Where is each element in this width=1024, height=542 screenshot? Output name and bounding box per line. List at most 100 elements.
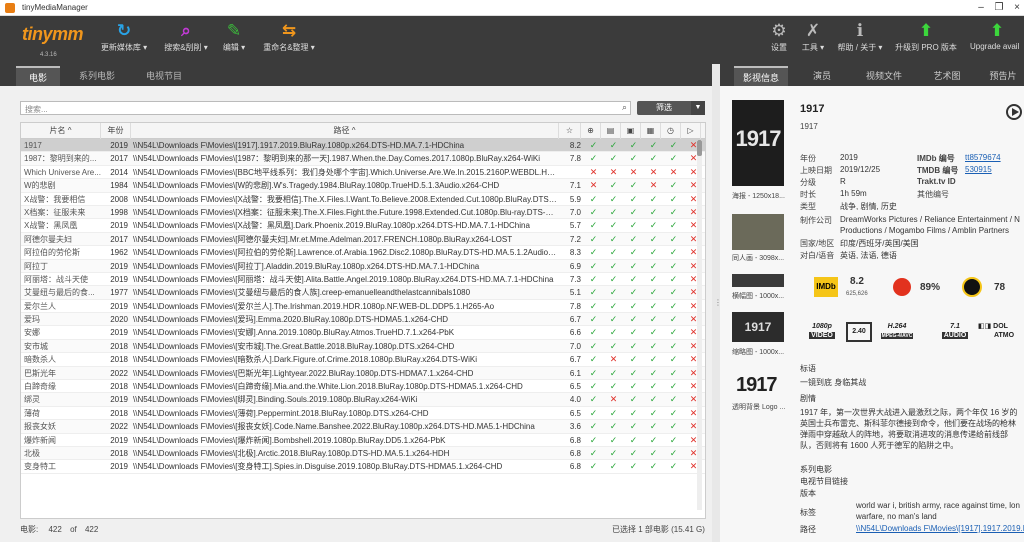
table-row[interactable]: 1917 2019 \\N54L\Downloads F\Movies\[1917]… [21, 139, 705, 153]
check-icon: ✓ [649, 140, 658, 150]
upgrade-pro-button[interactable]: ⬆ 升级到 PRO 版本 [894, 20, 958, 62]
check-icon: ✓ [609, 367, 618, 378]
imdb-link[interactable]: tt8579674 [965, 153, 1001, 162]
check-icon: ✓ [669, 381, 678, 392]
check-icon: ✓ [649, 381, 658, 392]
column-settings-icon[interactable] [701, 123, 705, 139]
settings-button[interactable]: ⚙ 设置 [768, 20, 790, 62]
tab-cast[interactable]: 演员 [802, 66, 842, 86]
check-icon: ✓ [609, 153, 618, 164]
rename-button[interactable]: ⇆ 重命名&整理 ▾ [260, 20, 318, 62]
table-row[interactable]: 薄荷 2018 \\N54L\Downloads F\Movies\[薄荷].Pep… [21, 407, 705, 421]
arrow-up-icon: ⬆ [918, 21, 934, 40]
banner-image[interactable] [732, 274, 784, 287]
update-library-button[interactable]: ↻ 更新媒体库 ▾ [98, 20, 150, 62]
thumb-image[interactable]: 1917 [732, 312, 784, 342]
cell-rating: 6.8 [569, 435, 581, 445]
table-row[interactable]: 艾曼纽与最后的食... 1977 \\N54L\Downloads F\Movies… [21, 286, 705, 300]
table-row[interactable]: 安娜 2019 \\N54L\Downloads F\Movies\[安娜].Ann… [21, 326, 705, 340]
table-row[interactable]: 报丧女妖 2022 \\N54L\Downloads F\Movies\[报丧女妖]… [21, 420, 705, 434]
cell-rating: 5.1 [569, 288, 581, 298]
table-row[interactable]: 暗数杀人 2018 \\N54L\Downloads F\Movies\[暗数杀人]… [21, 353, 705, 367]
table-row[interactable]: 阿丽塔：战斗天使 2019 \\N54L\Downloads F\Movies\[阿… [21, 273, 705, 287]
check-icon: ✓ [649, 434, 658, 445]
column-new-icon[interactable]: ⊕ [581, 123, 601, 139]
column-trailer-icon[interactable]: ▷ [681, 123, 701, 139]
tab-movie-sets[interactable]: 系列电影 [68, 66, 126, 86]
chevron-down-icon[interactable]: ▼ [691, 101, 705, 115]
search-scrape-button[interactable]: ⌕ 搜索&刮削 ▾ [160, 20, 212, 62]
poster-image[interactable]: 1917 [732, 100, 784, 186]
column-image-icon[interactable]: ▣ [621, 123, 641, 139]
tab-media-files[interactable]: 视频文件 [856, 66, 912, 86]
table-row[interactable]: 阿拉丁 2019 \\N54L\Downloads F\Movies\[阿拉丁].A… [21, 259, 705, 273]
cell-path: \\N54L\Downloads F\Movies\[BBC地平线系列：我们身处… [133, 167, 557, 177]
table-row[interactable]: W的悲剧 1984 \\N54L\Downloads F\Movies\[W的悲剧]… [21, 179, 705, 193]
tmdb-link[interactable]: 530915 [965, 165, 992, 174]
upgrade-available-button[interactable]: ⬆ Upgrade avail [970, 20, 1024, 62]
column-subtitle-icon[interactable]: ◷ [661, 123, 681, 139]
column-rating-star-icon[interactable]: ☆ [559, 123, 581, 139]
cell-year: 2017 [110, 234, 128, 244]
check-icon: ✓ [589, 381, 598, 392]
table-row[interactable]: Which Universe Are... 2014 \\N54L\Download… [21, 166, 705, 180]
cell-path: \\N54L\Downloads F\Movies\[X战警：我要相信].The… [133, 194, 557, 204]
cell-path: \\N54L\Downloads F\Movies\[爱尔兰人].The.Iri… [133, 301, 495, 311]
cell-title: 白蹄奇缘 [24, 382, 56, 392]
table-row[interactable]: 巴斯光年 2022 \\N54L\Downloads F\Movies\[巴斯光年]… [21, 366, 705, 381]
cell-rating: 7.0 [569, 207, 581, 217]
tab-info[interactable]: 影视信息 [734, 66, 788, 86]
scrollbar-thumb[interactable] [697, 140, 702, 156]
check-icon: ✓ [589, 233, 598, 244]
tab-movies[interactable]: 电影 [16, 66, 60, 86]
table-row[interactable]: 北极 2018 \\N54L\Downloads F\Movies\[北极].Arc… [21, 446, 705, 461]
check-icon: ✓ [589, 247, 598, 258]
tools-button[interactable]: ✗ 工具 ▾ [800, 20, 826, 62]
table-row[interactable]: X档案：征服未来 1998 \\N54L\Downloads F\Movies\[X… [21, 205, 705, 220]
table-row[interactable]: X战警：我要相信 2008 \\N54L\Downloads F\Movies\[X… [21, 193, 705, 206]
tab-trailer[interactable]: 预告片 [982, 66, 1024, 86]
table-row[interactable]: 变身特工 2019 \\N54L\Downloads F\Movies\[变身特工]… [21, 460, 705, 474]
cell-title: 薄荷 [24, 408, 40, 418]
search-input[interactable]: 搜索... ⌕ [20, 101, 631, 115]
movie-path-link[interactable]: \\N54L\Downloads F\Movies\[1917].1917.20… [856, 524, 1024, 533]
table-scrollbar[interactable] [697, 140, 702, 510]
imdb-logo: IMDb [814, 277, 838, 297]
column-year[interactable]: 年份 [101, 123, 131, 139]
table-row[interactable]: 白蹄奇缘 2018 \\N54L\Downloads F\Movies\[白蹄奇缘]… [21, 380, 705, 394]
table-row[interactable]: 阿拉伯的劳伦斯 1962 \\N54L\Downloads F\Movies\[阿拉… [21, 246, 705, 260]
table-row[interactable]: 爱尔兰人 2019 \\N54L\Downloads F\Movies\[爱尔兰人]… [21, 300, 705, 314]
cell-rating: 8.3 [569, 248, 581, 258]
table-row[interactable]: 1987：黎明到来的... 2017 \\N54L\Downloads F\Movi… [21, 152, 705, 166]
clearlogo-image[interactable]: 1917 [736, 374, 777, 397]
fanart-image[interactable] [732, 214, 784, 250]
minimize-button[interactable]: – [972, 2, 990, 13]
play-button[interactable] [1006, 104, 1022, 120]
table-row[interactable]: 阿德尔曼夫妇 2017 \\N54L\Downloads F\Movies\[阿德尔… [21, 232, 705, 247]
edit-button[interactable]: ✎ 编辑 ▾ [220, 20, 248, 62]
close-button[interactable]: × [1008, 2, 1024, 13]
table-row[interactable]: 爆炸新闻 2019 \\N54L\Downloads F\Movies\[爆炸新闻]… [21, 434, 705, 447]
check-icon: ✓ [629, 434, 638, 445]
column-title[interactable]: 片名 ^ [21, 123, 101, 139]
help-button[interactable]: ℹ 帮助 / 关于 ▾ [834, 20, 886, 62]
maximize-button[interactable]: ❐ [990, 2, 1008, 13]
table-row[interactable]: 安市城 2018 \\N54L\Downloads F\Movies\[安市城].T… [21, 339, 705, 354]
plot-text: 1917 年，第一次世界大战进入最激烈之际，两个年仅 16 岁的英国士兵布雷克、… [800, 408, 1018, 450]
filter-button[interactable]: 筛选 ▼ [637, 101, 705, 115]
table-row[interactable]: X战警：黑凤凰 2019 \\N54L\Downloads F\Movies\[X战… [21, 219, 705, 233]
column-film-icon[interactable]: ▦ [641, 123, 661, 139]
pane-splitter[interactable]: ⋮ [712, 64, 722, 542]
cell-title: 爱玛 [24, 315, 40, 325]
selection-summary: 已选择 1 部电影 (15.41 G) [612, 525, 705, 534]
tab-tv-shows[interactable]: 电视节目 [134, 66, 194, 86]
table-row[interactable]: 爱玛 2020 \\N54L\Downloads F\Movies\[爱玛].Emm… [21, 313, 705, 327]
tab-artwork[interactable]: 艺术图 [924, 66, 970, 86]
column-nfo-icon[interactable]: ▤ [601, 123, 621, 139]
column-path[interactable]: 路径 ^ [131, 123, 559, 139]
cell-path: \\N54L\Downloads F\Movies\[变身特工].Spies.i… [133, 462, 503, 472]
cell-year: 2014 [110, 167, 128, 177]
check-icon: ✓ [649, 153, 658, 164]
check-icon: ✓ [609, 233, 618, 244]
table-row[interactable]: 绑灵 2019 \\N54L\Downloads F\Movies\[绑灵].Bin… [21, 393, 705, 407]
